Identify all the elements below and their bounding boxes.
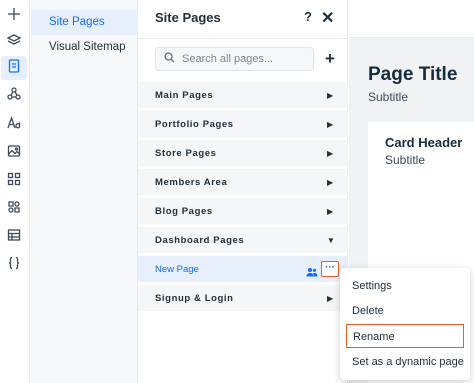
cms-table-icon — [7, 228, 21, 247]
add-elements-button[interactable] — [1, 4, 27, 28]
pages-icon — [7, 58, 21, 78]
close-button[interactable]: ✕ — [321, 8, 334, 28]
page-group-label: Portfolio Pages — [155, 119, 234, 130]
page-title: Page Title — [368, 64, 458, 85]
text-theme-button[interactable] — [1, 113, 27, 137]
business-apps-icon — [7, 200, 21, 219]
page-group-label: Signup & Login — [155, 293, 234, 304]
menu-item-settings[interactable]: Settings — [340, 274, 470, 298]
design-button[interactable] — [1, 84, 27, 108]
canvas-header-strip — [349, 0, 474, 38]
page-subtitle: Subtitle — [368, 90, 409, 104]
more-actions-button[interactable]: ··· — [321, 261, 339, 277]
expand-arrow-icon[interactable]: ▶ — [327, 82, 333, 109]
expand-arrow-icon[interactable]: ▶ — [327, 111, 333, 138]
page-group-dashboard-pages[interactable]: Dashboard Pages ▼ — [138, 227, 348, 254]
page-group-label: Members Area — [155, 177, 228, 188]
help-button[interactable]: ? — [304, 9, 312, 24]
collapse-arrow-icon[interactable]: ▼ — [327, 227, 335, 254]
submenu-item-site-pages[interactable]: Site Pages — [31, 10, 138, 35]
pages-submenu: Site Pages Visual Sitemap — [31, 0, 138, 383]
page-group-main-pages[interactable]: Main Pages ▶ — [138, 82, 348, 109]
add-page-button[interactable]: + — [325, 49, 335, 69]
submenu-item-visual-sitemap[interactable]: Visual Sitemap — [31, 35, 138, 60]
search-box[interactable] — [155, 47, 314, 71]
left-toolbar — [0, 0, 30, 383]
apps-icon — [7, 172, 21, 191]
card-subtitle: Subtitle — [385, 153, 426, 167]
layers-button[interactable] — [1, 30, 27, 54]
page-group-members-area[interactable]: Members Area ▶ — [138, 169, 348, 196]
layers-icon — [6, 33, 22, 52]
panel-title: Site Pages — [155, 10, 221, 25]
page-group-label: Main Pages — [155, 90, 214, 101]
expand-arrow-icon[interactable]: ▶ — [327, 198, 333, 225]
apps-button[interactable] — [1, 169, 27, 193]
page-item-label: New Page — [155, 264, 199, 275]
members-permission-icon — [306, 264, 318, 277]
menu-item-rename[interactable]: Rename — [346, 324, 464, 348]
media-button[interactable] — [1, 141, 27, 165]
dev-mode-button[interactable] — [1, 253, 27, 277]
menu-item-delete[interactable]: Delete — [340, 299, 470, 323]
page-group-label: Store Pages — [155, 148, 217, 159]
page-group-portfolio-pages[interactable]: Portfolio Pages ▶ — [138, 111, 348, 138]
business-apps-button[interactable] — [1, 197, 27, 221]
pages-button[interactable] — [1, 56, 27, 80]
expand-arrow-icon[interactable]: ▶ — [327, 285, 333, 312]
plus-icon — [7, 7, 21, 26]
page-group-label: Dashboard Pages — [155, 235, 245, 246]
page-group-signup-login[interactable]: Signup & Login ▶ — [138, 285, 348, 312]
page-group-store-pages[interactable]: Store Pages ▶ — [138, 140, 348, 167]
site-pages-panel: Site Pages ? ✕ + Main Pages ▶ Portfolio … — [138, 0, 348, 383]
page-group-blog-pages[interactable]: Blog Pages ▶ — [138, 198, 348, 225]
menu-item-set-dynamic-page[interactable]: Set as a dynamic page — [340, 350, 470, 374]
design-icon — [7, 86, 21, 106]
cms-button[interactable] — [1, 225, 27, 249]
panel-divider — [138, 38, 348, 39]
text-theme-icon — [7, 115, 21, 135]
search-icon — [164, 50, 175, 68]
card-header: Card Header — [385, 135, 463, 150]
page-item-new-page[interactable]: New Page ··· — [138, 256, 348, 283]
page-context-menu: Settings Delete Rename Set as a dynamic … — [340, 268, 470, 380]
media-icon — [7, 144, 21, 163]
code-braces-icon — [7, 256, 21, 275]
expand-arrow-icon[interactable]: ▶ — [327, 140, 333, 167]
expand-arrow-icon[interactable]: ▶ — [327, 169, 333, 196]
search-input[interactable] — [182, 53, 312, 65]
page-group-label: Blog Pages — [155, 206, 213, 217]
